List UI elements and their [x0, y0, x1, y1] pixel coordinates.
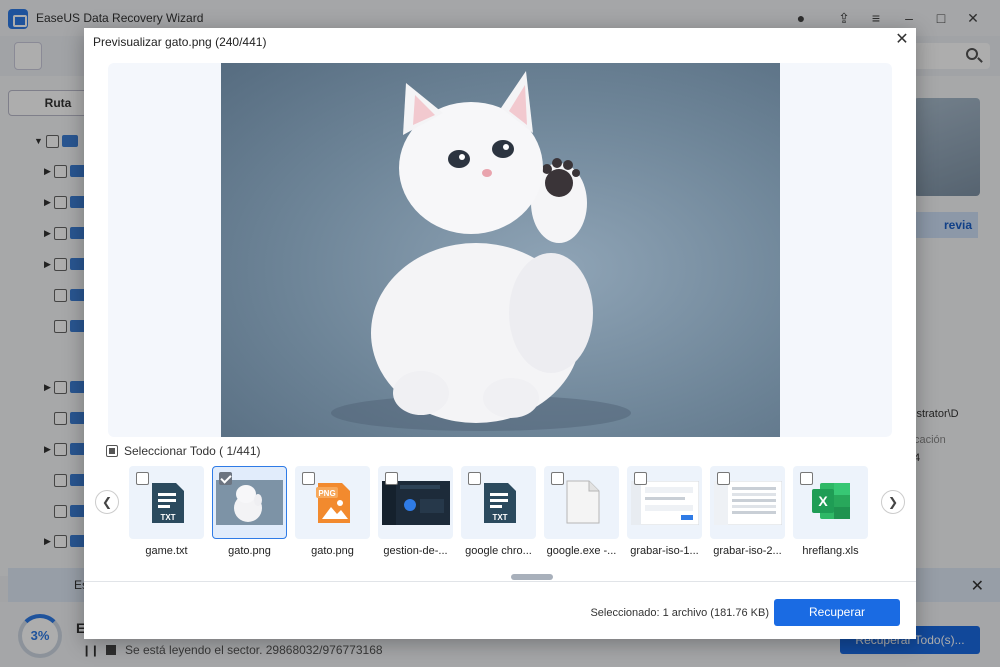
svg-text:TXT: TXT: [492, 513, 507, 522]
file-name: grabar-iso-2...: [713, 545, 782, 557]
file-checkbox[interactable]: [634, 472, 647, 485]
svg-text:X: X: [818, 493, 828, 509]
file-thumbnail-box[interactable]: [710, 466, 785, 539]
file-thumbnail-item[interactable]: google.exe -...: [544, 466, 619, 566]
screenshot-thumbnail: [631, 481, 699, 525]
png-file-icon: PNG: [316, 483, 350, 523]
txt-file-icon: TXT: [152, 483, 184, 523]
file-thumbnail-box[interactable]: TXT: [461, 466, 536, 539]
xls-file-icon: X: [812, 483, 850, 519]
file-name: gestion-de-...: [383, 545, 448, 557]
blank-file-icon: [566, 480, 600, 524]
file-name: google chro...: [465, 545, 532, 557]
file-checkbox[interactable]: [551, 472, 564, 485]
file-thumbnail-item[interactable]: gestion-de-...: [378, 466, 453, 566]
file-checkbox[interactable]: [219, 472, 232, 485]
file-name: gato.png: [311, 545, 354, 557]
cat-image: [221, 63, 780, 437]
file-thumbnail-box[interactable]: X: [793, 466, 868, 539]
file-thumbnail-box[interactable]: PNG: [295, 466, 370, 539]
file-thumbnail-box[interactable]: TXT: [129, 466, 204, 539]
file-name: hreflang.xls: [802, 545, 859, 557]
close-icon[interactable]: ✕: [894, 32, 910, 48]
select-all-checkbox[interactable]: [106, 445, 118, 457]
image-preview-area: [108, 63, 892, 437]
file-checkbox[interactable]: [302, 472, 315, 485]
file-thumbnail-box[interactable]: [544, 466, 619, 539]
file-thumbnail-box[interactable]: [627, 466, 702, 539]
file-name: gato.png: [228, 545, 271, 557]
file-thumbnail-box[interactable]: [378, 466, 453, 539]
file-thumbnail-item[interactable]: PNG gato.png: [295, 466, 370, 566]
file-thumbnail-item[interactable]: gato.png: [212, 466, 287, 566]
txt-file-icon: TXT: [484, 483, 516, 523]
file-thumbnail-item[interactable]: TXT google chro...: [461, 466, 536, 566]
file-thumbnail-item[interactable]: grabar-iso-1...: [627, 466, 702, 566]
file-name: grabar-iso-1...: [630, 545, 699, 557]
dialog-footer: Seleccionado: 1 archivo (181.76 KB) Recu…: [84, 581, 916, 639]
svg-text:PNG: PNG: [318, 489, 335, 498]
file-checkbox[interactable]: [385, 472, 398, 485]
svg-text:TXT: TXT: [160, 513, 175, 522]
file-checkbox[interactable]: [136, 472, 149, 485]
recover-button[interactable]: Recuperar: [774, 599, 900, 626]
select-all-label: Seleccionar Todo ( 1/441): [124, 444, 261, 458]
selected-info: Seleccionado: 1 archivo (181.76 KB): [590, 607, 769, 619]
file-checkbox[interactable]: [717, 472, 730, 485]
file-thumbnail-item[interactable]: Xhreflang.xls: [793, 466, 868, 566]
file-thumbnail-box[interactable]: [212, 466, 287, 539]
file-thumbnail-item[interactable]: grabar-iso-2...: [710, 466, 785, 566]
next-arrow-icon[interactable]: ❯: [881, 490, 905, 514]
dialog-title: Previsualizar gato.png (240/441): [93, 35, 267, 49]
file-name: game.txt: [145, 545, 188, 557]
prev-arrow-icon[interactable]: ❮: [95, 490, 119, 514]
preview-dialog: Previsualizar gato.png (240/441) ✕ Selec…: [84, 28, 916, 639]
screenshot-thumbnail: [382, 481, 450, 525]
file-checkbox[interactable]: [468, 472, 481, 485]
image-thumbnail: [216, 480, 283, 525]
file-name: google.exe -...: [546, 545, 617, 557]
strip-scrollbar[interactable]: [511, 574, 553, 580]
file-thumbnail-item[interactable]: TXT game.txt: [129, 466, 204, 566]
screenshot-thumbnail: [714, 481, 782, 525]
thumbnail-strip: TXT game.txt gato.png PNG gato.png gestion-de…: [129, 466, 869, 566]
cat-illustration: [331, 71, 631, 431]
file-checkbox[interactable]: [800, 472, 813, 485]
